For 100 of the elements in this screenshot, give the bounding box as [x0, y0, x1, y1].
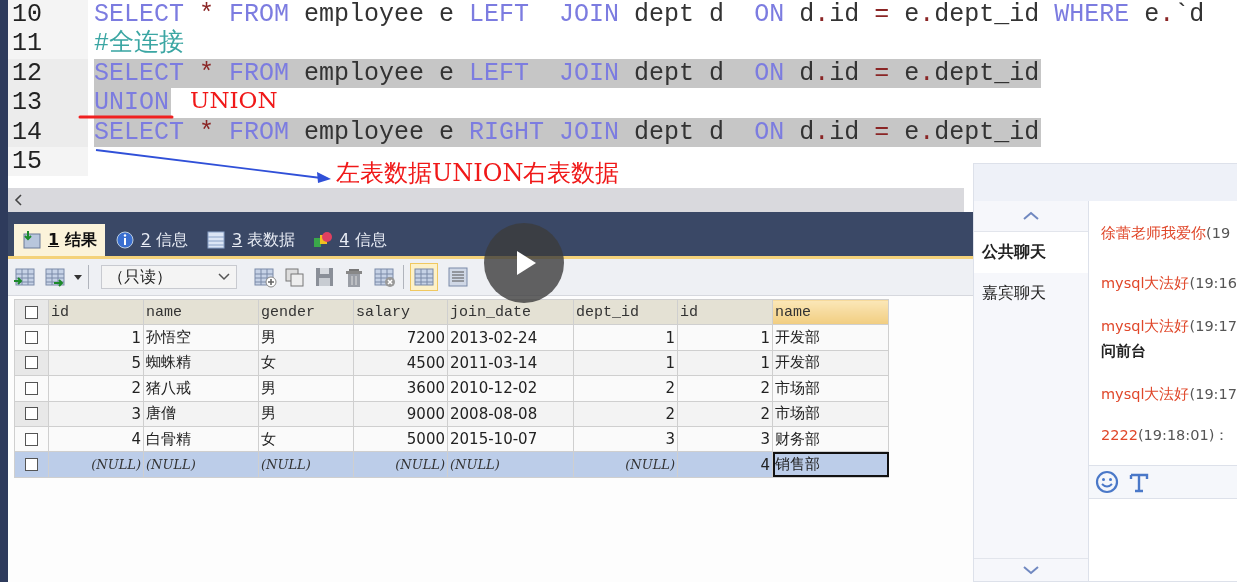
table-cell: 3600	[353, 375, 448, 402]
table-cell: 3	[573, 426, 678, 452]
table-cell: 市场部	[772, 375, 889, 402]
table-cell: 3	[48, 401, 144, 427]
table-cell: 2	[48, 375, 144, 402]
result-tab[interactable]: 3 表数据	[198, 224, 304, 256]
row-checkbox[interactable]	[25, 331, 38, 345]
table-cell: 开发部	[772, 350, 889, 376]
chevron-down-icon[interactable]	[1023, 565, 1039, 575]
table-cell: 2	[677, 375, 773, 402]
table-cell: (NULL)	[143, 451, 259, 478]
code-line: SELECT * FROM employee e LEFT JOIN dept d ON d.id = e.dept_id WHERE e.`d	[94, 0, 1205, 29]
table-cell: 1	[48, 324, 144, 351]
select-all-checkbox[interactable]	[25, 305, 38, 319]
table-cell: 开发部	[772, 324, 889, 351]
table-cell: 2013-02-24	[447, 324, 574, 351]
info-icon	[114, 230, 135, 250]
table-cell: 市场部	[772, 401, 889, 427]
table-cell: 2011-03-14	[447, 350, 574, 376]
table-cell: 2	[573, 401, 678, 427]
table-cell: 2010-12-02	[447, 375, 574, 402]
table-cell: 5000	[353, 426, 448, 452]
table-cell: 1	[677, 350, 773, 376]
line-number: 15	[8, 146, 88, 177]
column-header[interactable]: gender	[258, 299, 354, 325]
chat-room-tab[interactable]: 公共聊天	[974, 232, 1088, 273]
table-cell: 女	[258, 426, 354, 452]
line-number: 10	[8, 0, 88, 30]
colored-blocks-icon	[313, 230, 334, 250]
row-checkbox[interactable]	[25, 381, 38, 395]
table-cell: 男	[258, 375, 354, 402]
table-cell: 4	[48, 426, 144, 452]
message-header: 2222(19:18:01)：	[1101, 426, 1231, 445]
column-header[interactable]: id	[48, 299, 144, 325]
table-cell: 1	[573, 350, 678, 376]
table-cell: (NULL)	[573, 451, 678, 478]
table-cell: 4	[677, 451, 773, 478]
table-cell: 1	[573, 324, 678, 351]
result-tab[interactable]: 1 结果	[14, 224, 105, 256]
table-cell: 男	[258, 324, 354, 351]
table-cell: 猪八戒	[143, 375, 259, 402]
column-header[interactable]: dept_id	[573, 299, 678, 325]
table-icon	[206, 230, 226, 250]
table-cell: (NULL)	[258, 451, 354, 478]
row-checkbox[interactable]	[25, 356, 38, 370]
text-format-icon[interactable]	[1129, 471, 1149, 493]
message-text: 问前台	[1101, 342, 1147, 361]
dropdown[interactable]: （只读）	[101, 265, 237, 289]
row-checkbox[interactable]	[25, 432, 38, 446]
table-cell: 2008-08-08	[447, 401, 574, 427]
chat-room-tab[interactable]: 嘉宾聊天	[974, 273, 1088, 314]
column-header[interactable]: id	[677, 299, 773, 325]
line-number: 13	[8, 88, 88, 118]
grid-view-button[interactable]	[410, 263, 438, 291]
line-number: 12	[8, 58, 88, 89]
chevron-up-icon[interactable]	[1023, 211, 1039, 221]
table-cell: 2015-10-07	[447, 426, 574, 452]
line-number: 14	[8, 117, 88, 147]
message-header: mysql大法好(19:16	[1101, 274, 1237, 293]
table-cell: 5	[48, 350, 144, 376]
smiley-icon[interactable]	[1095, 470, 1119, 494]
caret-icon[interactable]	[74, 274, 82, 280]
delete-row-icon[interactable]	[373, 266, 397, 288]
copy-icon[interactable]	[283, 266, 307, 288]
message-header: 徐蕾老师我爱你(19	[1101, 223, 1232, 243]
grid-export-icon[interactable]	[44, 266, 68, 288]
result-tab[interactable]: 2 信息	[106, 224, 196, 256]
column-header[interactable]: salary	[353, 299, 448, 325]
row-checkbox[interactable]	[25, 407, 38, 421]
play-button[interactable]	[484, 223, 564, 303]
line-number: 11	[8, 29, 88, 59]
table-cell: 2	[573, 375, 678, 402]
chevron-down-icon	[218, 273, 230, 281]
message-header: mysql大法好(19:17	[1101, 385, 1237, 404]
scroll-left-icon[interactable]	[14, 194, 23, 206]
table-cell: 1	[677, 324, 773, 351]
table-cell: 3	[677, 426, 773, 452]
table-cell: 财务部	[772, 426, 889, 452]
horizontal-scrollbar[interactable]	[8, 188, 964, 212]
table-cell: 女	[258, 350, 354, 376]
table-cell: 销售部	[772, 451, 889, 478]
column-header[interactable]: name	[772, 299, 889, 325]
grid-arrow-icon[interactable]	[14, 266, 38, 288]
column-header[interactable]: name	[143, 299, 259, 325]
table-cell: 7200	[353, 324, 448, 351]
table-cell: 白骨精	[143, 426, 259, 452]
table-cell: 孙悟空	[143, 324, 259, 351]
result-tab[interactable]: 4 信息	[305, 224, 395, 256]
table-cell: 男	[258, 401, 354, 427]
column-header[interactable]: join_date	[447, 299, 574, 325]
add-row-icon[interactable]	[253, 266, 277, 288]
table-cell: 唐僧	[143, 401, 259, 427]
table-cell: 2	[677, 401, 773, 427]
annotation-text: 左表数据UNION右表数据	[336, 160, 620, 187]
table-cell: 4500	[353, 350, 448, 376]
table-cell: (NULL)	[353, 451, 448, 478]
table-cell: (NULL)	[447, 451, 574, 478]
table-cell: (NULL)	[48, 451, 144, 478]
row-checkbox[interactable]	[25, 458, 38, 472]
table-cell: 蜘蛛精	[143, 350, 259, 376]
